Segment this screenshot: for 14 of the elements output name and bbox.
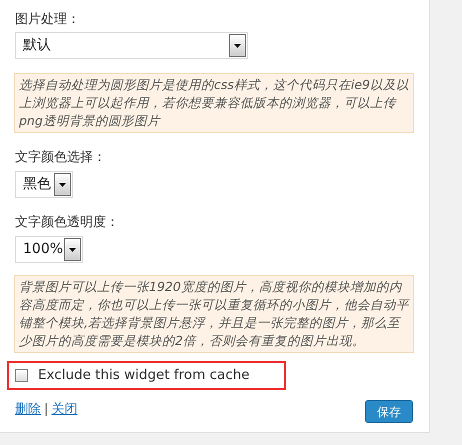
dropdown[interactable]: 100% — [15, 236, 83, 263]
field-label: 文字颜色透明度： — [15, 214, 120, 232]
close-link[interactable]: 关闭 — [51, 400, 78, 420]
notice-text: 选择自动处理为圆形图片是使用的css样式，这个代码只在ie9以及以上浏览器上可以起作用，若你想要兼容低版本的浏览器，可以上传png透明背景的圆形图片 — [14, 73, 414, 133]
cache-checkbox[interactable] — [15, 369, 28, 382]
dropdown[interactable]: 默认 — [15, 32, 248, 59]
field-label: 文字颜色选择： — [15, 149, 107, 167]
delete-link[interactable]: 删除 — [15, 400, 41, 420]
field-label: 图片处理： — [15, 11, 81, 29]
link-separator: | — [44, 401, 48, 419]
dropdown[interactable]: 黑色 — [15, 171, 73, 198]
checkbox-label: Exclude this widget from cache — [38, 366, 250, 386]
save-button[interactable]: 保存 — [365, 400, 413, 423]
notice-text: 背景图片可以上传一张1920宽度的图片，高度视你的模块增加的内容高度而定，你也可以上传一张可以重复循环的小图片，他会自动平铺整个模块,若选择背景图片悬浮，并且是一张完整的图片，那么至少图片的高度需要是模块的2倍，否则会有重复的图片出现。 — [14, 275, 414, 353]
